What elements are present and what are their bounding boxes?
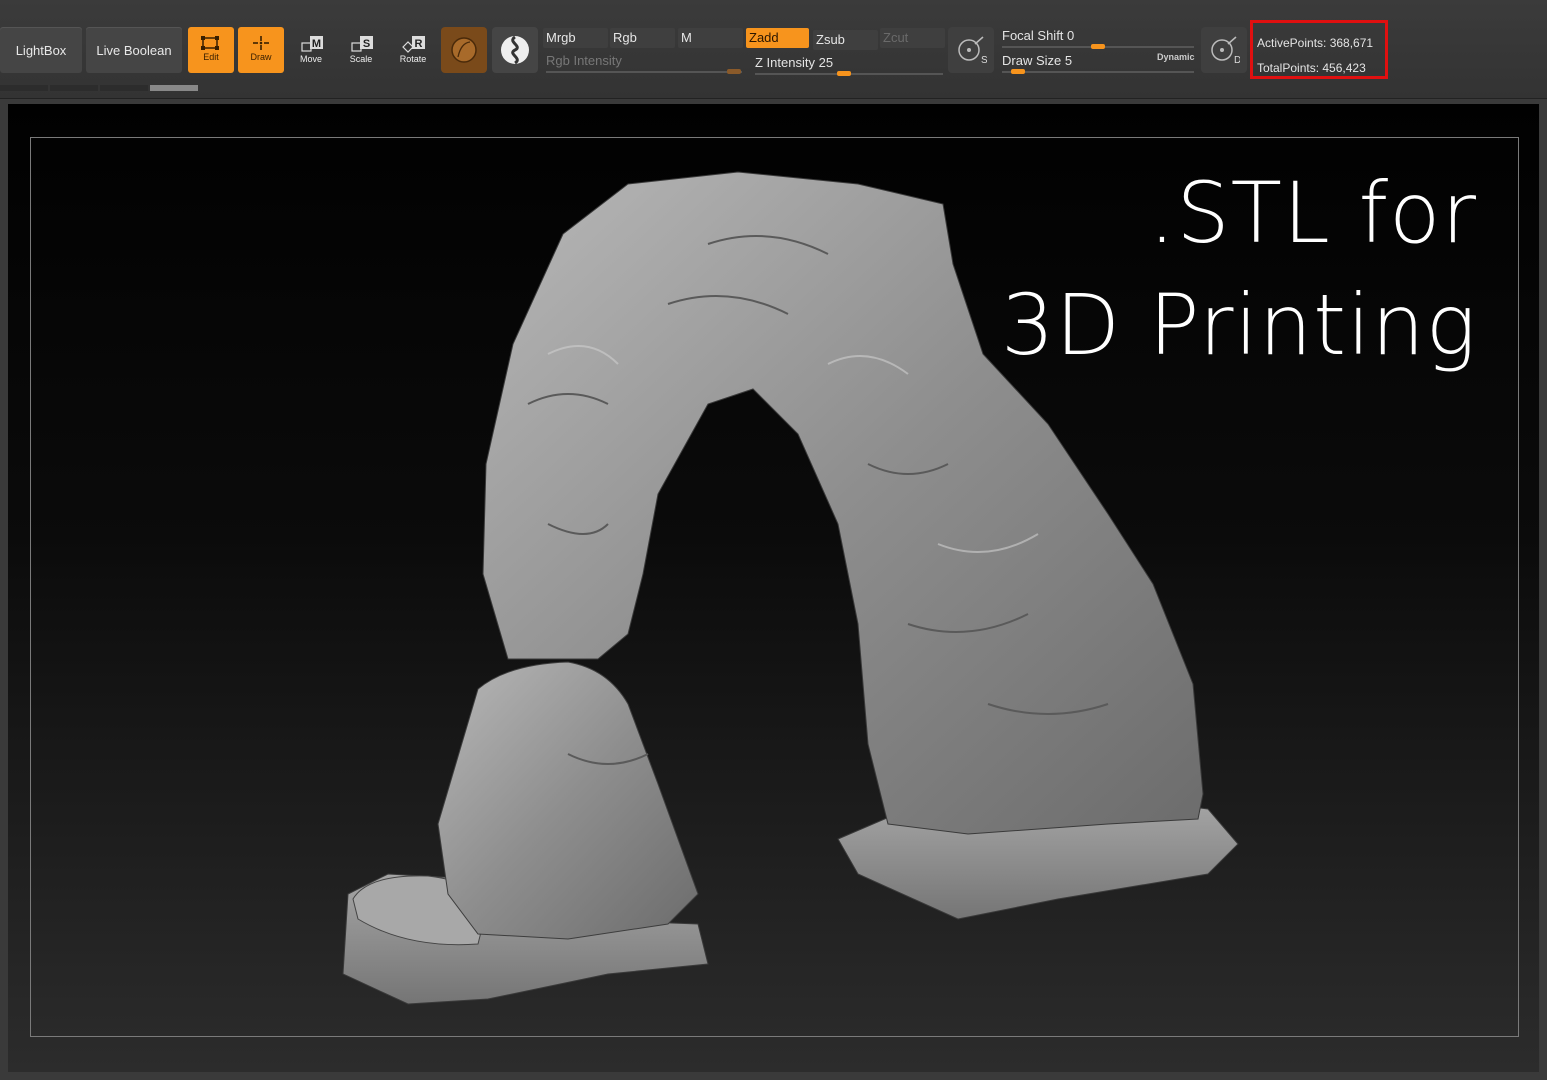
svg-text:R: R [415, 38, 423, 50]
draw-button[interactable]: Draw [238, 27, 284, 73]
lightbox-button[interactable]: LightBox [0, 27, 82, 73]
caption-line-1: .STL for [1148, 164, 1477, 262]
lazy-mouse-d-button[interactable]: D [1201, 27, 1247, 73]
shelf-tab[interactable] [100, 85, 148, 91]
swirl-icon [501, 35, 529, 65]
edit-label: Edit [203, 52, 219, 62]
draw-size-slider[interactable] [1002, 71, 1194, 73]
svg-text:D: D [1234, 55, 1240, 65]
rgb-intensity-label: Rgb Intensity [546, 53, 622, 68]
caption-line-2: 3D Printing [1000, 276, 1477, 374]
z-intensity-knob[interactable] [837, 71, 851, 76]
svg-text:S: S [363, 38, 370, 50]
sphere-icon [451, 37, 477, 63]
live-boolean-button[interactable]: Live Boolean [86, 27, 182, 73]
draw-size-label: Draw Size 5 [1002, 53, 1072, 68]
svg-text:S: S [981, 55, 987, 65]
material-sphere-button[interactable] [441, 27, 487, 73]
edit-button[interactable]: Edit [188, 27, 234, 73]
scale-icon: S [351, 36, 373, 52]
shelf-tab[interactable] [50, 85, 98, 91]
focal-shift-text: Focal Shift [1002, 28, 1064, 43]
rotate-button[interactable]: R Rotate [390, 27, 436, 73]
draw-icon [253, 36, 269, 50]
shelf-tab-active[interactable] [150, 85, 198, 91]
draw-label: Draw [250, 52, 272, 62]
dynamic-brush-icon: D [1211, 36, 1240, 65]
zcut-button[interactable]: Zcut [880, 28, 945, 48]
move-label: Move [299, 54, 322, 64]
rotate-icon: R [402, 36, 425, 53]
active-points-readout: ActivePoints: 368,671 [1257, 36, 1374, 50]
zadd-button[interactable]: Zadd [746, 28, 809, 48]
move-button[interactable]: M Move [288, 27, 334, 73]
rgb-button[interactable]: Rgb [610, 28, 675, 48]
lazy-mouse-icon: S [958, 36, 987, 65]
rgb-intensity-knob[interactable] [727, 69, 741, 74]
z-intensity-value: 25 [818, 55, 834, 70]
total-points-readout: TotalPoints: 456,423 [1257, 61, 1366, 75]
z-intensity-label: Z Intensity 25 [755, 55, 833, 70]
rotate-label: Rotate [399, 54, 427, 64]
z-intensity-text: Z Intensity [755, 55, 815, 70]
scale-button[interactable]: S Scale [338, 27, 384, 73]
move-icon: M [301, 36, 323, 52]
point-count-panel: ActivePoints: 368,671 TotalPoints: 456,4… [1250, 20, 1388, 79]
scale-label: Scale [349, 54, 373, 64]
shelf-tab[interactable] [0, 85, 48, 91]
edit-icon [201, 36, 219, 50]
focal-shift-label: Focal Shift 0 [1002, 28, 1074, 43]
document-canvas[interactable]: .STL for 3D Printing [8, 104, 1539, 1072]
dynamic-toggle[interactable]: Dynamic [1157, 52, 1195, 62]
rgb-intensity-slider[interactable] [546, 71, 742, 73]
zsub-button[interactable]: Zsub [813, 30, 878, 50]
svg-text:M: M [312, 38, 321, 50]
shelf-tabs [0, 85, 198, 93]
top-toolbar: LightBox Live Boolean Edit Draw M Move S… [0, 0, 1547, 99]
draw-size-text: Draw Size [1002, 53, 1062, 68]
draw-size-knob[interactable] [1011, 69, 1025, 74]
draw-size-value: 5 [1064, 53, 1073, 68]
brush-alpha-button[interactable] [492, 27, 538, 73]
m-button[interactable]: M [678, 28, 743, 48]
mrgb-button[interactable]: Mrgb [543, 28, 608, 48]
focal-shift-knob[interactable] [1091, 44, 1105, 49]
lazy-mouse-s-button[interactable]: S [948, 27, 994, 73]
focal-shift-value: 0 [1067, 28, 1075, 43]
